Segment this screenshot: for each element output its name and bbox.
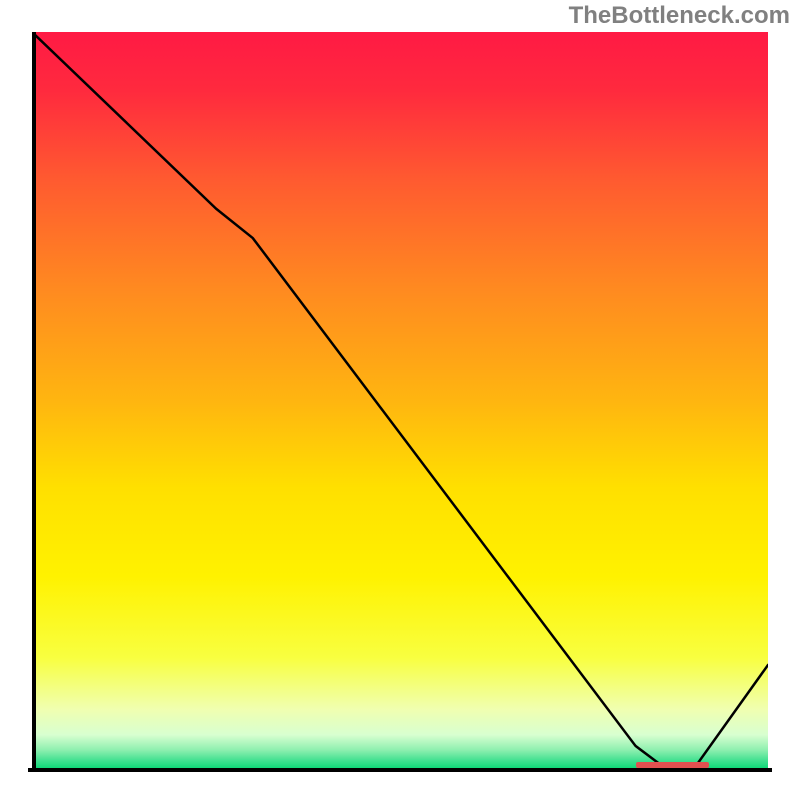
chart-container: TheBottleneck.com [0,0,800,800]
x-axis [28,768,772,772]
plot-area [32,32,768,768]
watermark-text: TheBottleneck.com [569,2,790,30]
curve-line [32,32,768,768]
optimal-range-marker [636,762,710,768]
